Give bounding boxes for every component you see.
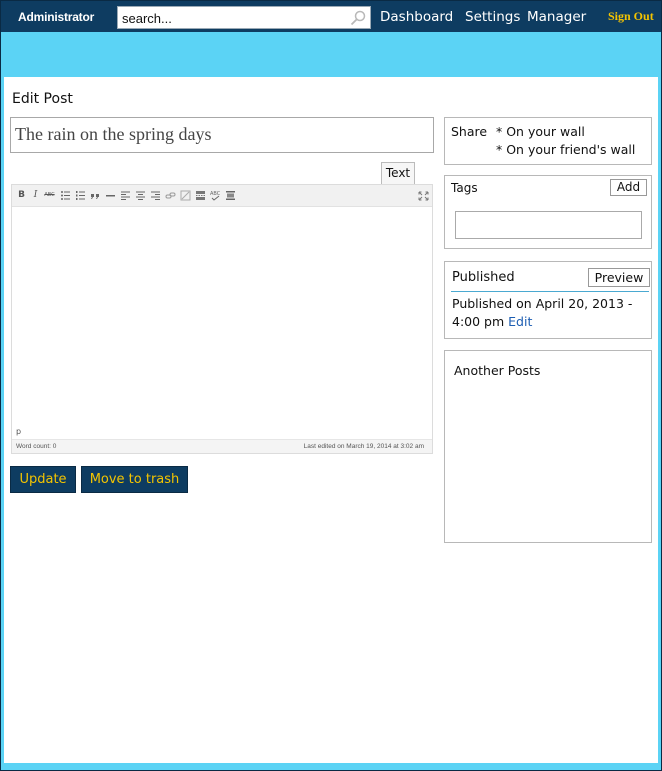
share-on-friends-wall[interactable]: * On your friend's wall xyxy=(496,142,635,157)
toolbar-toggle-icon[interactable] xyxy=(225,189,236,202)
svg-text:ABC: ABC xyxy=(210,191,221,197)
word-count: Word count: 0 xyxy=(16,443,57,450)
fullscreen-icon[interactable] xyxy=(418,189,429,202)
published-date-text: Published on April 20, 2013 - 4:00 pm xyxy=(452,296,633,329)
published-date: Published on April 20, 2013 - 4:00 pm Edi… xyxy=(452,295,648,331)
tags-box: Tags Add xyxy=(444,175,652,249)
nav-settings[interactable]: Settings xyxy=(465,9,520,25)
editor-path: p xyxy=(16,427,22,436)
nav-manager[interactable]: Manager xyxy=(527,9,586,25)
link-icon[interactable] xyxy=(165,189,176,202)
published-box: Published Preview Published on April 20,… xyxy=(444,261,652,339)
published-divider xyxy=(451,291,649,292)
blockquote-icon[interactable] xyxy=(90,189,101,202)
editor-toolbar: B I ABC ABC xyxy=(12,185,432,207)
editor-content-area[interactable] xyxy=(12,207,432,425)
spellcheck-icon[interactable]: ABC xyxy=(210,189,221,202)
preview-button[interactable]: Preview xyxy=(588,268,650,287)
align-left-icon[interactable] xyxy=(120,189,131,202)
another-posts-box: Another Posts xyxy=(444,350,652,543)
share-box: Share * On your wall * On your friend's … xyxy=(444,117,652,165)
add-tag-button[interactable]: Add xyxy=(610,179,647,196)
edit-date-link[interactable]: Edit xyxy=(508,314,532,329)
published-label: Published xyxy=(452,270,515,285)
brand-label: Administrator xyxy=(18,10,95,24)
strikethrough-icon[interactable]: ABC xyxy=(44,189,55,202)
another-posts-label: Another Posts xyxy=(454,363,541,378)
move-to-trash-button[interactable]: Move to trash xyxy=(81,466,188,493)
unlink-icon[interactable] xyxy=(180,189,191,202)
post-editor: B I ABC ABC p Word count: 0 Last edited … xyxy=(11,184,433,454)
tags-label: Tags xyxy=(451,181,478,195)
align-right-icon[interactable] xyxy=(150,189,161,202)
numbered-list-icon[interactable] xyxy=(75,189,86,202)
italic-icon[interactable]: I xyxy=(30,189,41,202)
search-input[interactable] xyxy=(122,9,342,27)
last-edited: Last edited on March 19, 2014 at 3:02 am xyxy=(303,443,424,450)
search-icon[interactable] xyxy=(350,10,366,26)
bold-icon[interactable]: B xyxy=(16,189,27,202)
post-title-box[interactable] xyxy=(10,117,434,153)
text-tab[interactable]: Text xyxy=(381,162,415,185)
read-more-icon[interactable] xyxy=(195,189,206,202)
share-on-wall[interactable]: * On your wall xyxy=(496,124,585,139)
top-navbar: Administrator Dashboard Settings Manager… xyxy=(1,1,661,32)
post-title-input[interactable] xyxy=(15,122,425,146)
horizontal-rule-icon[interactable] xyxy=(105,189,116,202)
tag-input[interactable] xyxy=(455,211,642,239)
nav-dashboard[interactable]: Dashboard xyxy=(380,9,453,25)
editor-status-bar: Word count: 0 Last edited on March 19, 2… xyxy=(12,439,432,453)
share-label: Share xyxy=(451,124,488,139)
sign-out-link[interactable]: Sign Out xyxy=(608,9,654,24)
bullet-list-icon[interactable] xyxy=(60,189,71,202)
update-button[interactable]: Update xyxy=(10,466,76,493)
align-center-icon[interactable] xyxy=(135,189,146,202)
search-box[interactable] xyxy=(117,6,371,29)
page-title: Edit Post xyxy=(12,91,73,107)
